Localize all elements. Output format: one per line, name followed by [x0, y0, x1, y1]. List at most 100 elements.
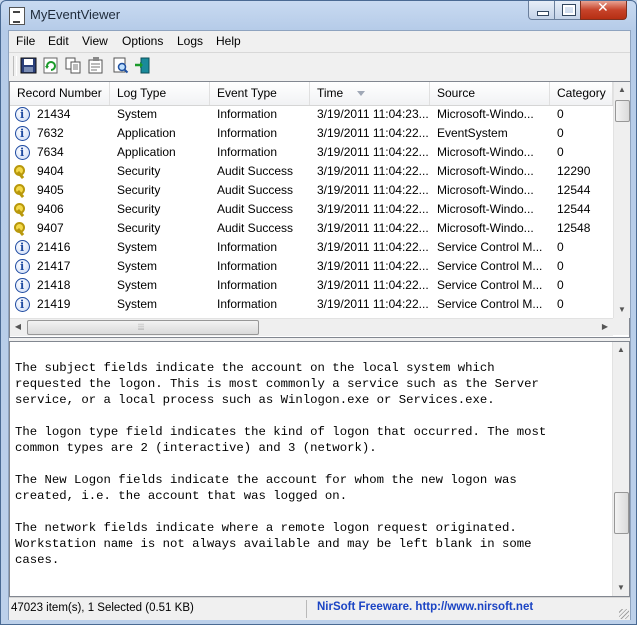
source-cell: Microsoft-Windo...	[437, 145, 534, 159]
scroll-down-icon[interactable]: ▼	[614, 302, 630, 318]
save-icon[interactable]	[20, 57, 37, 74]
copy-icon[interactable]	[65, 57, 82, 74]
table-row[interactable]: 21416 System Information 3/19/2011 11:04:22…	[10, 238, 613, 257]
list-horizontal-scrollbar[interactable]: ◀ ⦙⦙⦙ ▶	[10, 318, 613, 336]
table-row[interactable]: 9407 Security Audit Success 3/19/2011 11:04…	[10, 219, 613, 238]
source-cell: Service Control M...	[437, 278, 543, 292]
app-icon	[9, 7, 25, 25]
detail-scroll-down-icon[interactable]: ▼	[613, 580, 629, 596]
list-vertical-thumb[interactable]	[615, 100, 630, 122]
event-type-cell: Information	[217, 240, 278, 254]
menu-help[interactable]: Help	[216, 34, 241, 48]
table-row[interactable]: 21419 System Information 3/19/2011 11:04:22…	[10, 295, 613, 314]
record-number-cell: 9405	[37, 183, 64, 197]
toolbar-grip	[13, 56, 17, 76]
event-type-cell: Information	[217, 107, 278, 121]
title-bar[interactable]: MyEventViewer ✕	[1, 0, 636, 29]
information-icon	[15, 276, 30, 295]
status-divider	[306, 600, 307, 618]
scroll-up-icon[interactable]: ▲	[614, 82, 630, 98]
table-row[interactable]: 7634 Application Information 3/19/2011 11:0…	[10, 143, 613, 162]
detail-vertical-scrollbar[interactable]: ▲ ▼	[612, 342, 629, 596]
record-number-cell: 9407	[37, 221, 64, 235]
category-cell: 0	[557, 297, 564, 311]
scroll-right-icon[interactable]: ▶	[597, 319, 613, 335]
log-type-cell: Application	[117, 126, 176, 140]
information-icon	[15, 257, 30, 276]
client-area: File Edit View Options Logs Help Record …	[8, 30, 631, 620]
time-cell: 3/19/2011 11:04:22...	[317, 259, 429, 273]
detail-vertical-thumb[interactable]	[614, 492, 629, 534]
grip-icon: ⦙⦙⦙	[138, 322, 145, 332]
column-time[interactable]: Time	[310, 82, 430, 105]
table-row[interactable]: 9404 Security Audit Success 3/19/2011 11:04…	[10, 162, 613, 181]
information-icon	[15, 124, 30, 143]
properties-icon[interactable]	[87, 57, 104, 74]
menu-file[interactable]: File	[16, 34, 35, 48]
table-row[interactable]: 21418 System Information 3/19/2011 11:04:22…	[10, 276, 613, 295]
nirsoft-link[interactable]: NirSoft Freeware. http://www.nirsoft.net	[317, 601, 533, 613]
column-category[interactable]: Category	[550, 82, 613, 105]
event-type-cell: Audit Success	[217, 164, 294, 178]
table-row[interactable]: 9405 Security Audit Success 3/19/2011 11:04…	[10, 181, 613, 200]
menu-options[interactable]: Options	[122, 34, 163, 48]
log-type-cell: System	[117, 278, 158, 292]
event-list[interactable]: Record Number Log Type Event Type Time S…	[9, 81, 630, 338]
resize-grip-icon[interactable]	[619, 609, 629, 619]
event-type-cell: Audit Success	[217, 183, 294, 197]
event-type-cell: Information	[217, 278, 278, 292]
column-event-type[interactable]: Event Type	[210, 82, 310, 105]
key-icon	[14, 203, 29, 217]
category-cell: 0	[557, 107, 564, 121]
category-cell: 0	[557, 240, 564, 254]
close-button[interactable]: ✕	[580, 0, 627, 20]
information-icon	[15, 238, 30, 257]
sort-descending-icon	[357, 91, 365, 96]
column-source[interactable]: Source	[430, 82, 550, 105]
menu-bar: File Edit View Options Logs Help	[9, 31, 630, 51]
list-rows: 21434 System Information 3/19/2011 11:04:23…	[10, 105, 613, 318]
table-row[interactable]: 7632 Application Information 3/19/2011 11:0…	[10, 124, 613, 143]
maximize-button[interactable]	[554, 1, 582, 20]
log-type-cell: Security	[117, 202, 161, 216]
table-row[interactable]: 21417 System Information 3/19/2011 11:04:22…	[10, 257, 613, 276]
event-description-pane[interactable]: The subject fields indicate the account …	[9, 341, 630, 597]
table-row[interactable]: 9406 Security Audit Success 3/19/2011 11:04…	[10, 200, 613, 219]
table-row[interactable]: 21434 System Information 3/19/2011 11:04:23…	[10, 105, 613, 124]
minimize-button[interactable]	[528, 1, 556, 20]
menu-logs[interactable]: Logs	[177, 34, 203, 48]
list-header: Record Number Log Type Event Type Time S…	[10, 82, 613, 106]
exit-icon[interactable]	[134, 57, 151, 74]
event-type-cell: Information	[217, 145, 278, 159]
column-log-type[interactable]: Log Type	[110, 82, 210, 105]
list-horizontal-thumb[interactable]: ⦙⦙⦙	[27, 320, 259, 335]
category-cell: 0	[557, 259, 564, 273]
source-cell: Service Control M...	[437, 259, 543, 273]
list-vertical-scrollbar[interactable]: ▲ ▼	[613, 82, 630, 318]
detail-scroll-up-icon[interactable]: ▲	[613, 342, 629, 358]
time-cell: 3/19/2011 11:04:22...	[317, 202, 429, 216]
event-description-text: The subject fields indicate the account …	[15, 361, 547, 567]
source-cell: Microsoft-Windo...	[437, 164, 534, 178]
log-type-cell: Security	[117, 164, 161, 178]
close-icon: ✕	[597, 0, 609, 16]
column-record-number[interactable]: Record Number	[10, 82, 110, 105]
scroll-left-icon[interactable]: ◀	[10, 319, 26, 335]
time-cell: 3/19/2011 11:04:23...	[317, 107, 429, 121]
menu-edit[interactable]: Edit	[48, 34, 69, 48]
refresh-icon[interactable]	[42, 57, 59, 74]
menu-view[interactable]: View	[82, 34, 108, 48]
log-type-cell: System	[117, 259, 158, 273]
find-icon[interactable]	[112, 57, 129, 74]
category-cell: 12548	[557, 221, 591, 235]
record-number-cell: 21419	[37, 297, 71, 311]
log-type-cell: Security	[117, 183, 161, 197]
source-cell: Microsoft-Windo...	[437, 221, 534, 235]
event-type-cell: Information	[217, 259, 278, 273]
record-number-cell: 7634	[37, 145, 64, 159]
column-time-label: Time	[317, 86, 344, 100]
time-cell: 3/19/2011 11:04:22...	[317, 126, 429, 140]
category-cell: 12290	[557, 164, 591, 178]
log-type-cell: Security	[117, 221, 161, 235]
time-cell: 3/19/2011 11:04:22...	[317, 183, 429, 197]
